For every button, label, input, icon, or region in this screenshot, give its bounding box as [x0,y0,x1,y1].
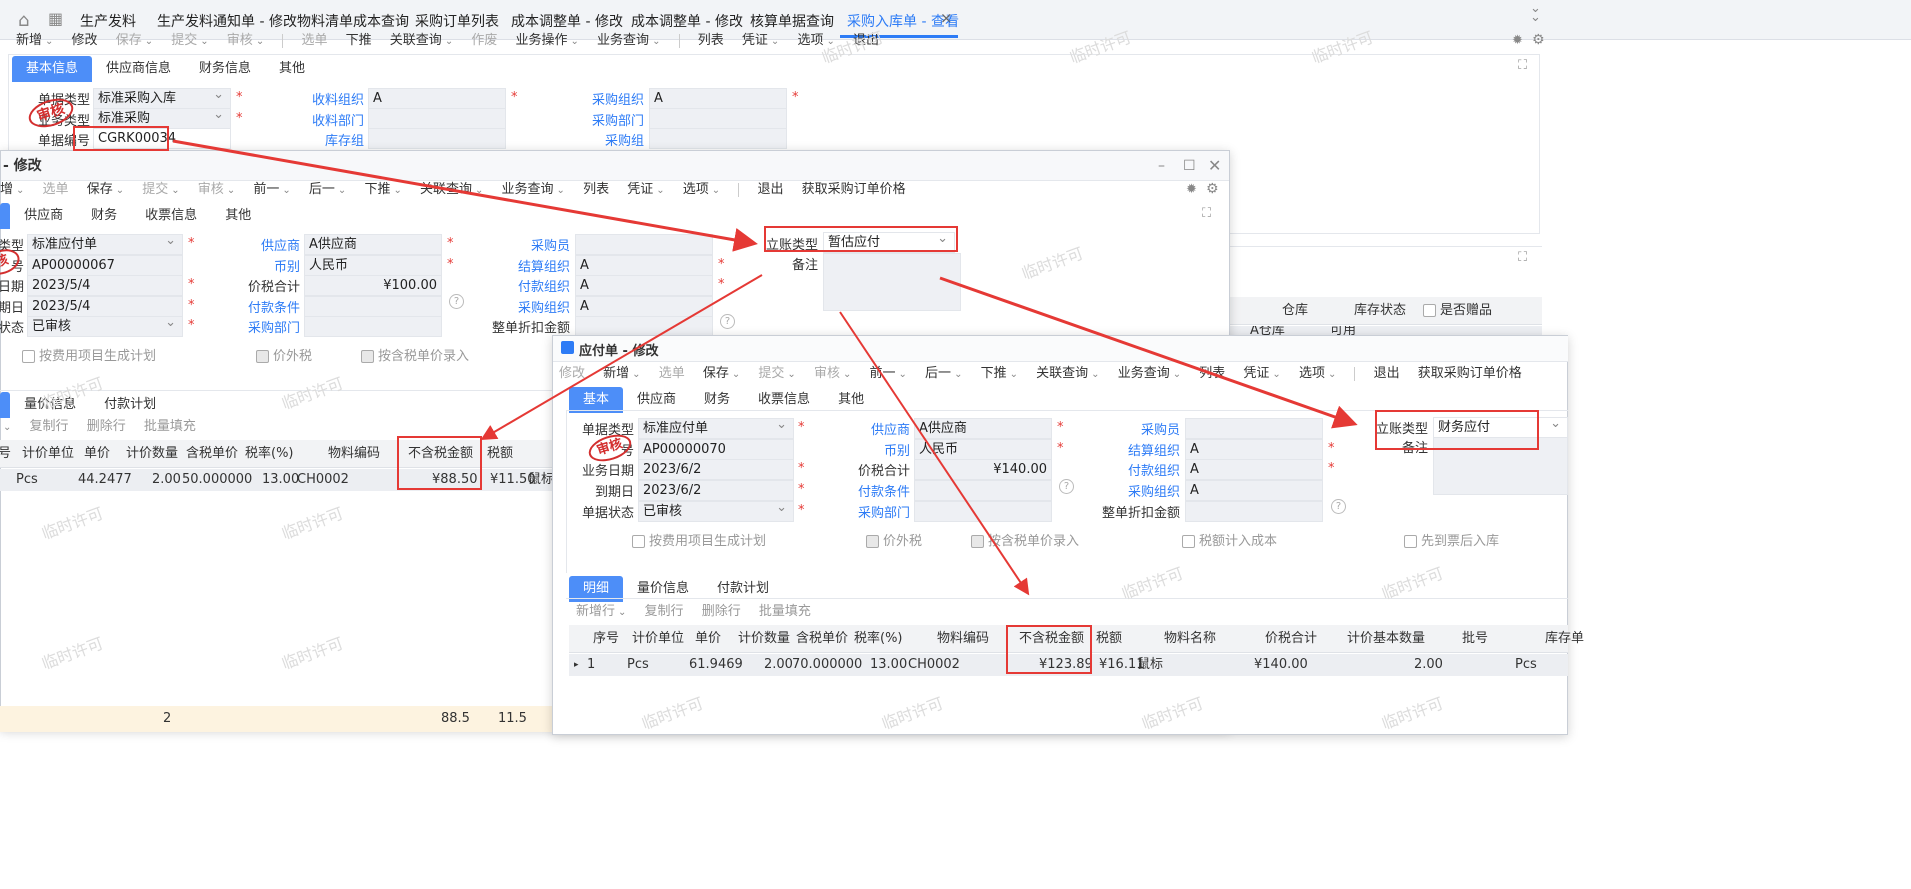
arrow-acct-to-w1-amount [480,274,763,441]
arrow-acct-to-w2-acct [939,276,1358,429]
annotation-arrows [172,139,1358,596]
arrow-acct-to-w2-amount [839,311,1030,596]
arrow-doc-to-acct-type [172,139,758,252]
